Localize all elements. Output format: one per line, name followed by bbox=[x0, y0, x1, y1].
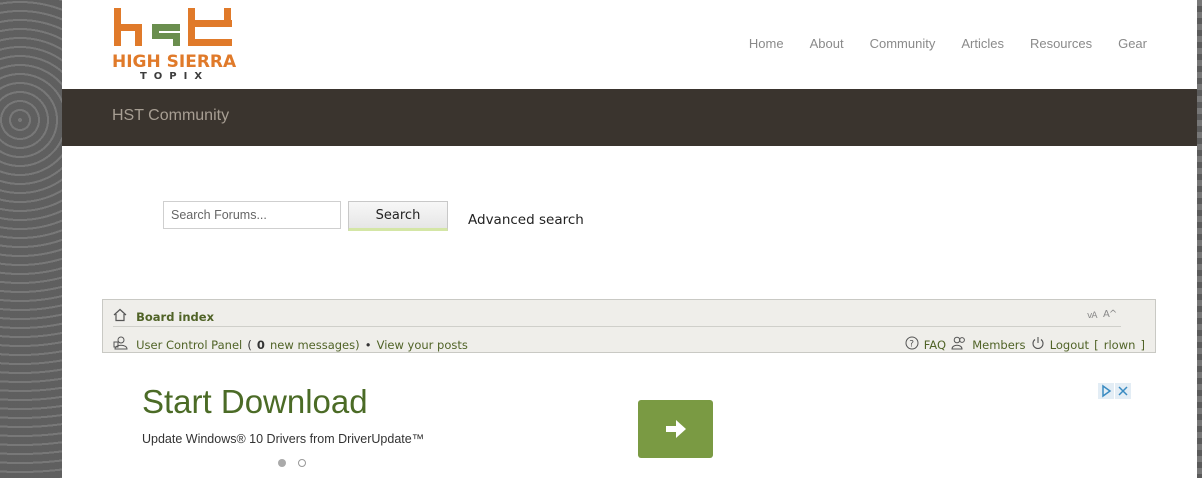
username-link[interactable]: rlown bbox=[1104, 338, 1136, 352]
page-title-bar: HST Community bbox=[62, 89, 1197, 146]
carousel-dot[interactable] bbox=[298, 459, 306, 467]
new-messages-count[interactable]: 0 bbox=[257, 338, 265, 352]
main-nav: Home About Community Articles Resources … bbox=[723, 36, 1147, 51]
nav-resources[interactable]: Resources bbox=[1030, 36, 1092, 51]
page-title: HST Community bbox=[112, 107, 230, 124]
user-links: User Control Panel ( 0 new messages) • V… bbox=[113, 334, 1145, 352]
advanced-search-link[interactable]: Advanced search bbox=[468, 212, 584, 228]
page-background-right bbox=[1197, 0, 1202, 478]
power-icon bbox=[1031, 335, 1045, 354]
svg-text:?: ? bbox=[909, 340, 914, 350]
page-container: HIGH SIERRA TOPIX Home About Community A… bbox=[62, 0, 1197, 478]
username-bracket-close: ] bbox=[1140, 338, 1146, 352]
user-control-panel-link[interactable]: User Control Panel bbox=[136, 338, 242, 352]
logo-subtitle: TOPIX bbox=[139, 71, 210, 82]
nav-articles[interactable]: Articles bbox=[961, 36, 1004, 51]
separator-bullet: • bbox=[364, 338, 372, 352]
site-header: HIGH SIERRA TOPIX Home About Community A… bbox=[62, 0, 1197, 89]
user-actions: ? FAQ Members Logout [ rlown ] bbox=[905, 334, 1145, 354]
members-icon bbox=[951, 335, 967, 354]
ad-go-button[interactable] bbox=[638, 400, 713, 458]
new-messages-link[interactable]: new messages) bbox=[270, 338, 360, 352]
nav-community[interactable]: Community bbox=[870, 36, 936, 51]
ad-title[interactable]: Start Download bbox=[142, 383, 368, 421]
font-size-icon[interactable]: vA A^ bbox=[1087, 307, 1118, 322]
username-bracket-open: [ bbox=[1094, 338, 1099, 352]
nav-about[interactable]: About bbox=[810, 36, 844, 51]
view-posts-link[interactable]: View your posts bbox=[377, 338, 468, 352]
forum-navbar: Board index vA A^ User Control Panel ( 0 … bbox=[102, 299, 1156, 353]
logout-link[interactable]: Logout bbox=[1050, 338, 1089, 352]
logo-title: HIGH SIERRA bbox=[112, 52, 237, 72]
user-panel-icon bbox=[113, 335, 131, 354]
navbar-divider bbox=[113, 326, 1121, 327]
site-logo[interactable]: HIGH SIERRA TOPIX bbox=[112, 6, 237, 86]
members-link[interactable]: Members bbox=[972, 338, 1025, 352]
ucp-paren-open: ( bbox=[247, 338, 252, 352]
arrow-right-icon bbox=[666, 420, 686, 438]
ad-choices[interactable] bbox=[1098, 383, 1131, 399]
search-button[interactable]: Search bbox=[348, 201, 448, 231]
breadcrumb: Board index bbox=[113, 306, 1145, 326]
home-icon bbox=[113, 307, 127, 326]
ad-subtitle[interactable]: Update Windows® 10 Drivers from DriverUp… bbox=[142, 432, 424, 446]
nav-home[interactable]: Home bbox=[749, 36, 784, 51]
logo-mark bbox=[114, 8, 232, 46]
svg-text:vA: vA bbox=[1087, 311, 1098, 319]
carousel-dot-active[interactable] bbox=[278, 459, 286, 467]
nav-gear[interactable]: Gear bbox=[1118, 36, 1147, 51]
page-background-left bbox=[0, 0, 62, 478]
board-index-link[interactable]: Board index bbox=[136, 310, 214, 324]
search-input[interactable] bbox=[163, 201, 341, 229]
svg-text:A^: A^ bbox=[1103, 309, 1117, 319]
faq-icon: ? bbox=[905, 335, 919, 354]
faq-link[interactable]: FAQ bbox=[924, 338, 946, 352]
